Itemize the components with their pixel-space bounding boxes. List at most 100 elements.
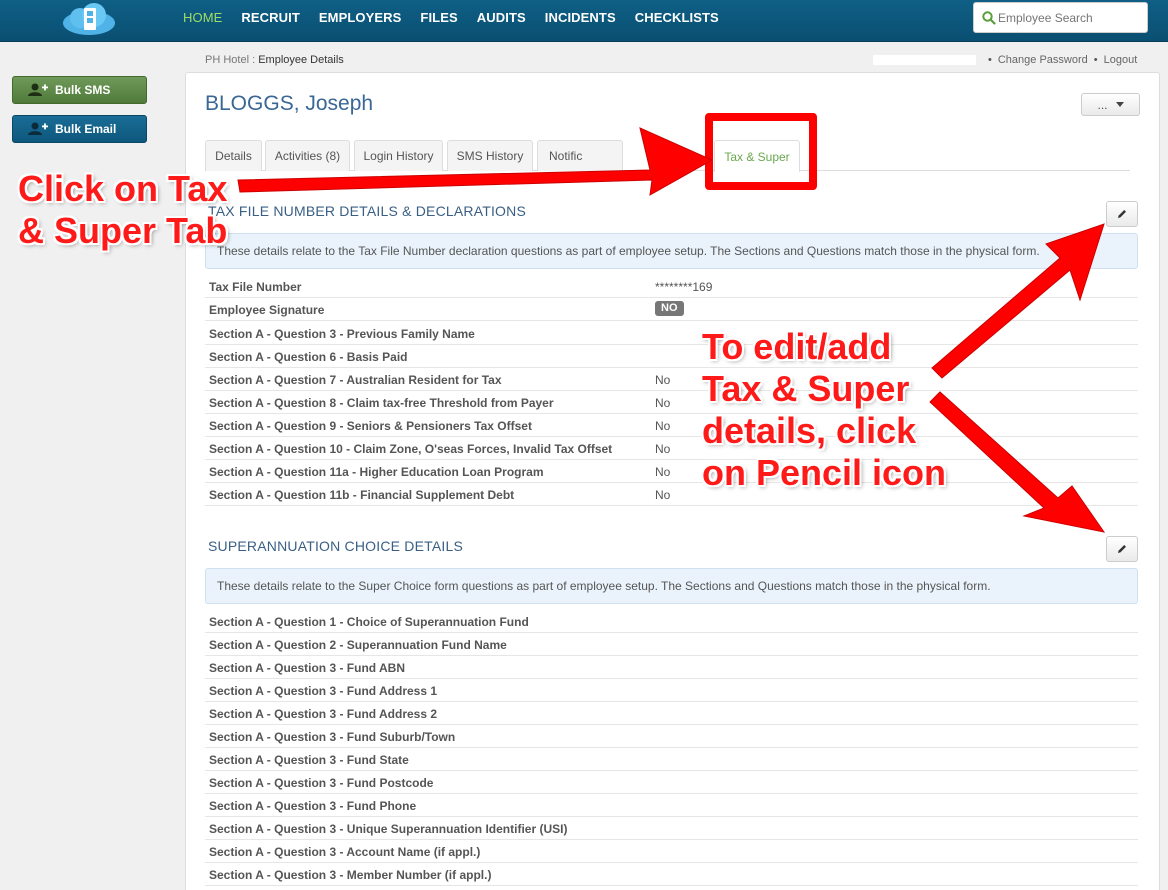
more-label: ...	[1097, 97, 1108, 112]
row-label: Section A - Question 11b - Financial Sup…	[209, 488, 515, 502]
super-section-title: SUPERANNUATION CHOICE DETAILS	[208, 538, 463, 554]
bulk-email-button[interactable]: Bulk Email	[12, 115, 147, 143]
nav-files[interactable]: FILES	[420, 10, 457, 25]
pencil-icon	[1118, 210, 1126, 218]
table-row: Section A - Question 3 - Fund Phone	[205, 794, 1138, 817]
row-label: Section A - Question 7 - Australian Resi…	[209, 373, 502, 387]
tab-notifications[interactable]: Notific	[537, 140, 623, 171]
table-row: Section A - Question 3 - Account Name (i…	[205, 840, 1138, 863]
status-badge: NO	[655, 301, 684, 316]
nav-audits[interactable]: AUDITS	[477, 10, 526, 25]
user-add-icon	[28, 83, 48, 96]
row-label: Section A - Question 3 - Unique Superann…	[209, 822, 568, 836]
tfn-section-title: TAX FILE NUMBER DETAILS & DECLARATIONS	[208, 203, 526, 219]
row-label: Tax File Number	[209, 280, 302, 294]
table-row: Section A - Question 10 - Claim Zone, O'…	[205, 437, 1138, 460]
table-row: Section A - Question 7 - Australian Resi…	[205, 368, 1138, 391]
row-label: Section A - Question 9 - Seniors & Pensi…	[209, 419, 532, 433]
row-label: Section A - Question 3 - Fund Postcode	[209, 776, 434, 790]
table-row: Section A - Question 8 - Claim tax-free …	[205, 391, 1138, 414]
table-row: Section A - Question 3 - Fund Postcode	[205, 771, 1138, 794]
table-row: Section A - Question 11b - Financial Sup…	[205, 483, 1138, 506]
bullet-separator: •	[1093, 54, 1098, 66]
tab-login-history[interactable]: Login History	[354, 140, 443, 171]
employee-name: BLOGGS, Joseph	[205, 92, 374, 115]
table-row: Section A - Question 3 - Member Number (…	[205, 863, 1138, 886]
nav-incidents[interactable]: INCIDENTS	[545, 10, 616, 25]
table-row: Section A - Question 1 - Choice of Super…	[205, 610, 1138, 633]
super-edit-button[interactable]	[1106, 536, 1138, 562]
tfn-info-box: These details relate to the Tax File Num…	[205, 233, 1138, 269]
table-row: Section A - Question 3 - Previous Family…	[205, 322, 1138, 345]
row-label: Section A - Question 11a - Higher Educat…	[209, 465, 544, 479]
super-info-box: These details relate to the Super Choice…	[205, 568, 1138, 604]
row-label: Employee Signature	[209, 303, 325, 317]
row-value: No	[655, 396, 671, 410]
user-add-icon	[28, 122, 48, 135]
tab-sms-history[interactable]: SMS History	[447, 140, 533, 171]
table-row: Employee Signature NO	[205, 298, 1138, 321]
row-label: Section A - Question 3 - Fund ABN	[209, 661, 405, 675]
table-row: Section A - Question 3 - Fund Suburb/Tow…	[205, 725, 1138, 748]
change-password-link[interactable]: Change Password	[998, 54, 1088, 66]
row-value: No	[655, 419, 671, 433]
annotation-line: & Super Tab	[18, 210, 228, 251]
bulk-email-label: Bulk Email	[55, 122, 117, 136]
table-row: Section A - Question 9 - Seniors & Pensi…	[205, 414, 1138, 437]
breadcrumb-separator: :	[249, 54, 259, 66]
table-row: Section A - Question 3 - Fund Address 2	[205, 702, 1138, 725]
bulk-sms-button[interactable]: Bulk SMS	[12, 76, 147, 104]
row-value: No	[655, 442, 671, 456]
logout-link[interactable]: Logout	[1104, 54, 1138, 66]
annotation-line: To edit/add	[702, 326, 892, 367]
bulk-sms-label: Bulk SMS	[55, 83, 111, 97]
search-icon	[982, 11, 996, 25]
row-value: No	[655, 465, 671, 479]
tab-details[interactable]: Details	[205, 140, 262, 171]
annotation-line: details, click	[702, 410, 917, 451]
breadcrumb-current: Employee Details	[258, 54, 344, 66]
employee-search[interactable]	[973, 2, 1148, 33]
more-actions-button[interactable]: ...	[1081, 93, 1140, 116]
redacted-username	[873, 55, 976, 65]
caret-down-icon	[1115, 102, 1124, 107]
annotation-line: on Pencil icon	[702, 452, 947, 493]
cloud-logo-icon[interactable]	[60, 3, 118, 37]
nav-employers[interactable]: EMPLOYERS	[319, 10, 402, 25]
row-label: Section A - Question 3 - Fund Address 1	[209, 684, 438, 698]
row-value: ********169	[655, 280, 713, 294]
breadcrumb: PH Hotel : Employee Details	[205, 54, 344, 66]
nav-recruit[interactable]: RECRUIT	[241, 10, 299, 25]
annotation-click-tab: Click on Tax & Super Tab	[18, 168, 227, 252]
table-row: Section A - Question 6 - Basis Paid	[205, 345, 1138, 368]
tfn-edit-button[interactable]	[1106, 201, 1138, 227]
table-row: Tax File Number ********169	[205, 275, 1138, 298]
row-label: Section A - Question 2 - Superannuation …	[209, 638, 507, 652]
row-label: Section A - Question 6 - Basis Paid	[209, 350, 408, 364]
table-row: Section A - Question 3 - Fund ABN	[205, 656, 1138, 679]
table-row: Section A - Question 3 - Fund Address 1	[205, 679, 1138, 702]
account-links: • Change Password • Logout	[873, 54, 1137, 66]
breadcrumb-parent[interactable]: PH Hotel	[205, 54, 249, 66]
row-label: Section A - Question 3 - Fund Phone	[209, 799, 417, 813]
tab-activities[interactable]: Activities (8)	[265, 140, 350, 171]
row-label: Section A - Question 10 - Claim Zone, O'…	[209, 442, 613, 456]
search-input[interactable]	[998, 9, 1138, 27]
row-label: Section A - Question 3 - Account Name (i…	[209, 845, 481, 859]
bullet-separator: •	[988, 54, 992, 66]
row-label: Section A - Question 3 - Member Number (…	[209, 868, 492, 882]
annotation-line: Tax & Super	[702, 368, 910, 409]
table-row: Section A - Question 3 - Unique Superann…	[205, 817, 1138, 840]
pencil-icon	[1118, 545, 1126, 553]
main-nav: HOME RECRUIT EMPLOYERS FILES AUDITS INCI…	[183, 10, 738, 25]
row-label: Section A - Question 3 - Previous Family…	[209, 327, 475, 341]
row-label: Section A - Question 3 - Fund State	[209, 753, 409, 767]
top-navbar: HOME RECRUIT EMPLOYERS FILES AUDITS INCI…	[0, 0, 1168, 42]
table-row: Section A - Question 11a - Higher Educat…	[205, 460, 1138, 483]
tab-highlight-box	[705, 113, 817, 190]
nav-checklists[interactable]: CHECKLISTS	[635, 10, 719, 25]
row-label: Section A - Question 3 - Fund Address 2	[209, 707, 438, 721]
row-value: No	[655, 488, 671, 502]
nav-home[interactable]: HOME	[183, 10, 222, 25]
row-label: Section A - Question 3 - Fund Suburb/Tow…	[209, 730, 456, 744]
